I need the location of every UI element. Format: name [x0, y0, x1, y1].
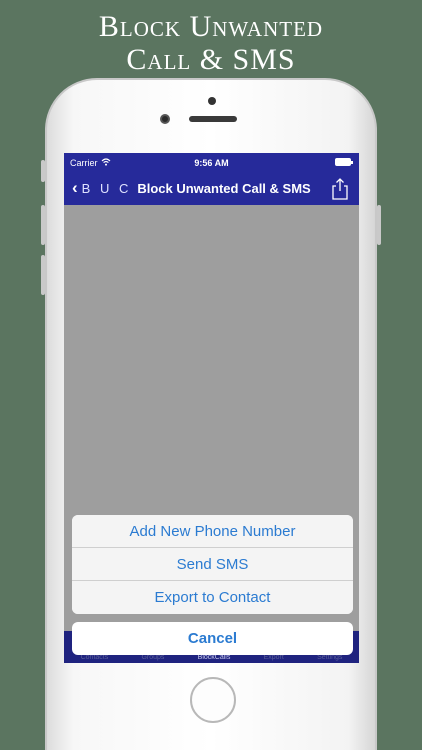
home-button[interactable] [190, 677, 236, 723]
top-sensor [208, 97, 216, 105]
tab-settings[interactable]: Settings [317, 654, 342, 661]
action-sheet: Add New Phone Number Send SMS Export to … [72, 515, 353, 614]
tab-groups[interactable]: Groups [141, 654, 164, 661]
front-camera [160, 114, 170, 124]
volume-up-button [41, 205, 45, 245]
cancel-button[interactable]: Cancel [72, 622, 353, 655]
phone-frame: Carrier 9:56 AM ‹ B U C Block Unwanted C… [41, 78, 381, 750]
phone-screen: Carrier 9:56 AM ‹ B U C Block Unwanted C… [64, 153, 359, 663]
share-icon[interactable] [331, 178, 349, 200]
send-sms-button[interactable]: Send SMS [72, 548, 353, 581]
status-time: 9:56 AM [194, 158, 229, 168]
add-new-phone-number-button[interactable]: Add New Phone Number [72, 515, 353, 548]
power-button [377, 205, 381, 245]
earpiece-speaker [189, 116, 237, 122]
tab-export[interactable]: Export [264, 654, 284, 661]
mute-switch [41, 160, 45, 182]
promo-headline-line2: Call & SMS [126, 43, 296, 76]
page-title: Block Unwanted Call & SMS [137, 180, 311, 196]
navigation-bar: ‹ B U C Block Unwanted Call & SMS [64, 173, 359, 205]
tab-contacts[interactable]: Contacts [81, 654, 109, 661]
back-label: B U C [81, 180, 132, 196]
export-to-contact-button[interactable]: Export to Contact [72, 581, 353, 614]
promo-headline: Block Unwanted Call & SMS [0, 10, 422, 76]
back-button[interactable]: ‹ B U C Block Unwanted Call & SMS [72, 178, 311, 197]
volume-down-button [41, 255, 45, 295]
battery-icon [335, 158, 353, 166]
chevron-left-icon: ‹ [72, 178, 78, 197]
status-bar: Carrier 9:56 AM [64, 153, 359, 173]
tab-blockcalls[interactable]: BlockCalls [198, 654, 231, 661]
promo-headline-line1: Block Unwanted [98, 10, 324, 43]
